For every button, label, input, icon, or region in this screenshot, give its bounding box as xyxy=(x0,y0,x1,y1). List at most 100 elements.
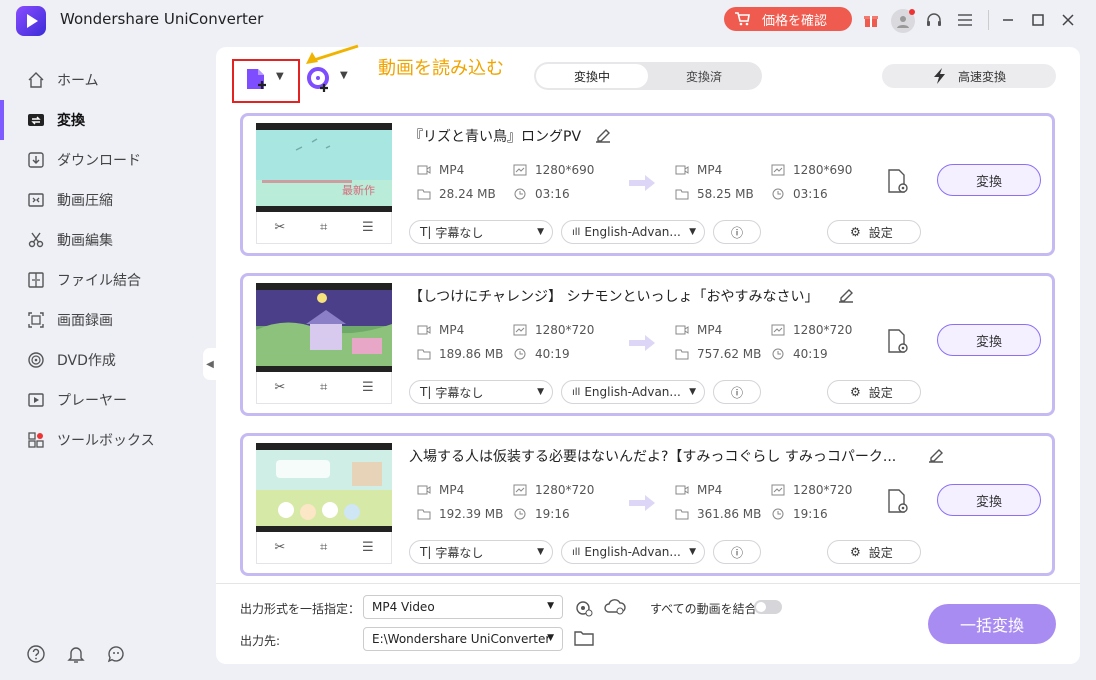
minimize-icon[interactable] xyxy=(997,9,1019,31)
gear-icon: ⚙ xyxy=(850,225,861,239)
buy-button[interactable]: 価格を確認 xyxy=(724,7,852,31)
edit-title-icon[interactable] xyxy=(927,446,945,464)
user-avatar-icon[interactable] xyxy=(891,9,915,33)
video-thumbnail-image: 最新作 xyxy=(256,130,392,206)
fast-convert-button[interactable]: 高速変換 xyxy=(882,64,1056,88)
video-thumbnail[interactable] xyxy=(256,283,392,372)
convert-button[interactable]: 変換 xyxy=(937,164,1041,196)
feedback-icon[interactable] xyxy=(104,642,128,666)
sidebar-item-home[interactable]: ホーム xyxy=(0,60,215,100)
help-icon[interactable] xyxy=(24,642,48,666)
file-card: ✂ ⌗ ☰ 入場する人は仮装する必要はないんだよ?【すみっコぐらし すみっコパー… xyxy=(240,433,1055,576)
convert-all-button[interactable]: 一括変換 xyxy=(928,604,1056,644)
video-thumbnail[interactable] xyxy=(256,443,392,532)
compress-icon xyxy=(26,190,46,210)
sidebar-item-player[interactable]: プレーヤー xyxy=(0,380,215,420)
chevron-down-icon: ▼ xyxy=(689,227,696,237)
effects-icon[interactable]: ☰ xyxy=(362,540,374,555)
sidebar-item-toolbox[interactable]: ツールボックス xyxy=(0,420,215,460)
sidebar-item-edit[interactable]: 動画編集 xyxy=(0,220,215,260)
svg-text:最新作: 最新作 xyxy=(342,183,375,197)
dst-size: 361.86 MB xyxy=(675,507,761,521)
audio-dropdown[interactable]: ıll English-Advan... ▼ xyxy=(561,540,705,564)
chevron-down-icon: ▼ xyxy=(340,70,348,81)
output-settings-icon[interactable] xyxy=(885,488,911,516)
settings-button[interactable]: ⚙ 設定 xyxy=(827,380,921,404)
gift-icon[interactable] xyxy=(860,9,882,31)
trim-icon[interactable]: ✂ xyxy=(274,540,285,555)
folder-icon[interactable] xyxy=(574,630,594,648)
sidebar-item-merge[interactable]: ファイル結合 xyxy=(0,260,215,300)
output-format-label: 出力形式を一括指定： xyxy=(240,602,361,616)
trim-icon[interactable]: ✂ xyxy=(274,380,285,395)
sidebar-item-dvd[interactable]: DVD作成 xyxy=(0,340,215,380)
bell-icon[interactable] xyxy=(64,642,88,666)
crop-icon[interactable]: ⌗ xyxy=(320,380,327,395)
settings-button[interactable]: ⚙ 設定 xyxy=(827,540,921,564)
dst-resolution: 1280*720 xyxy=(771,323,852,337)
settings-button[interactable]: ⚙ 設定 xyxy=(827,220,921,244)
convert-icon xyxy=(26,110,46,130)
merge-all-toggle[interactable] xyxy=(754,600,782,614)
sidebar-item-compress[interactable]: 動画圧縮 xyxy=(0,180,215,220)
sidebar-item-label: ファイル結合 xyxy=(57,273,141,289)
sidebar-collapse-button[interactable]: ◀ xyxy=(203,348,217,380)
add-file-button[interactable]: ▼ xyxy=(232,59,300,103)
thumbnail-toolbar: ✂ ⌗ ☰ xyxy=(256,532,392,564)
subtitle-icon: T| xyxy=(420,385,432,399)
audio-wave-icon: ıll xyxy=(572,386,581,398)
close-icon[interactable] xyxy=(1057,9,1079,31)
status-tab-group: 変換中 変換済 xyxy=(534,62,762,90)
maximize-icon[interactable] xyxy=(1027,9,1049,31)
chevron-down-icon: ▼ xyxy=(689,547,696,557)
crop-icon[interactable]: ⌗ xyxy=(320,220,327,235)
record-icon xyxy=(26,310,46,330)
tab-converted[interactable]: 変換済 xyxy=(648,64,760,88)
toolbox-icon xyxy=(26,430,46,450)
app-title: Wondershare UniConverter xyxy=(60,10,264,28)
sidebar-item-label: 動画圧縮 xyxy=(57,193,113,209)
sidebar-item-label: 動画編集 xyxy=(57,233,113,249)
edit-title-icon[interactable] xyxy=(837,286,855,304)
subtitle-dropdown[interactable]: T| 字幕なし ▼ xyxy=(409,380,553,404)
src-size: 28.24 MB xyxy=(417,187,496,201)
output-format-select[interactable]: MP4 Video ▼ xyxy=(363,595,563,619)
info-button[interactable]: ⓘ xyxy=(713,380,761,404)
subtitle-icon: T| xyxy=(420,545,432,559)
audio-dropdown[interactable]: ıll English-Advan... ▼ xyxy=(561,380,705,404)
output-settings-icon[interactable] xyxy=(885,328,911,356)
chevron-down-icon: ▼ xyxy=(547,633,554,643)
tab-converting[interactable]: 変換中 xyxy=(536,64,648,88)
annotation-label: 動画を読み込む xyxy=(378,58,504,79)
effects-icon[interactable]: ☰ xyxy=(362,380,374,395)
subtitle-dropdown[interactable]: T| 字幕なし ▼ xyxy=(409,540,553,564)
effects-icon[interactable]: ☰ xyxy=(362,220,374,235)
convert-button[interactable]: 変換 xyxy=(937,484,1041,516)
convert-button[interactable]: 変換 xyxy=(937,324,1041,356)
sidebar-item-download[interactable]: ダウンロード xyxy=(0,140,215,180)
output-settings-icon[interactable] xyxy=(885,168,911,196)
output-path-select[interactable]: E:\Wondershare UniConverter ▼ xyxy=(363,627,563,651)
sidebar-item-record[interactable]: 画面録画 xyxy=(0,300,215,340)
player-icon xyxy=(26,390,46,410)
format-settings-icon[interactable] xyxy=(574,598,594,618)
sidebar-item-convert[interactable]: 変換 xyxy=(0,100,215,140)
menu-icon[interactable] xyxy=(954,9,976,31)
dst-format: MP4 xyxy=(675,163,722,177)
crop-icon[interactable]: ⌗ xyxy=(320,540,327,555)
audio-dropdown[interactable]: ıll English-Advan... ▼ xyxy=(561,220,705,244)
info-button[interactable]: ⓘ xyxy=(713,220,761,244)
edit-title-icon[interactable] xyxy=(594,126,612,144)
info-icon: ⓘ xyxy=(730,225,743,240)
video-thumbnail[interactable]: 最新作 xyxy=(256,123,392,212)
audio-wave-icon: ıll xyxy=(572,226,581,238)
cloud-icon[interactable] xyxy=(604,598,626,618)
info-button[interactable]: ⓘ xyxy=(713,540,761,564)
file-card: 最新作 ✂ ⌗ ☰ 『リズと青い鳥』ロングPV MP4 1280*690 28.… xyxy=(240,113,1055,256)
add-dvd-button[interactable]: ▼ xyxy=(306,66,350,96)
trim-icon[interactable]: ✂ xyxy=(274,220,285,235)
subtitle-dropdown[interactable]: T| 字幕なし ▼ xyxy=(409,220,553,244)
headset-icon[interactable] xyxy=(923,9,945,31)
convert-arrow-icon xyxy=(629,495,655,511)
titlebar-divider xyxy=(988,10,989,30)
